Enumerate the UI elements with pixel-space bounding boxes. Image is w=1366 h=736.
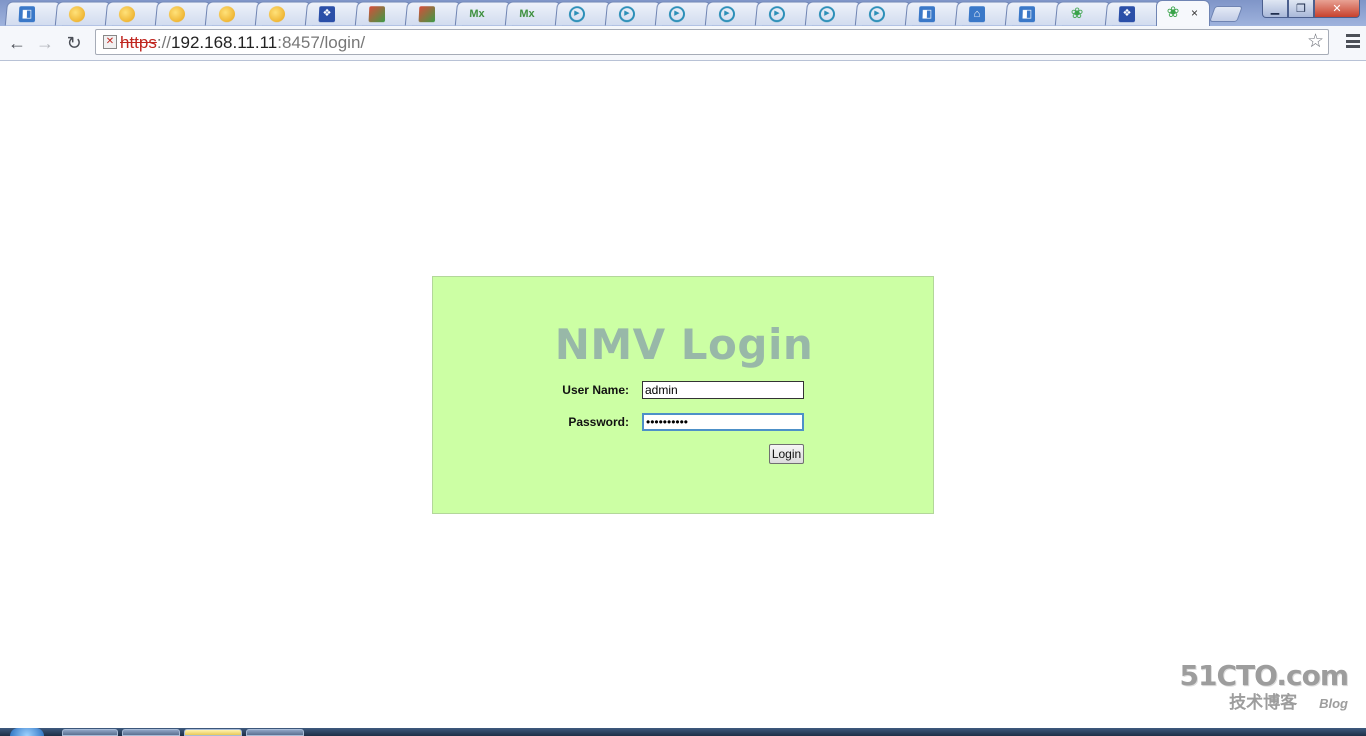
forward-button[interactable]: → bbox=[34, 32, 56, 54]
tab-close-icon[interactable]: × bbox=[1191, 5, 1198, 21]
url-scheme: https bbox=[120, 33, 157, 52]
blue-app-icon: ◧ bbox=[1018, 6, 1036, 23]
insecure-page-icon[interactable]: ✕ bbox=[103, 35, 117, 49]
browser-toolbar: ← → ↻ ✕ https://192.168.11.11:8457/login… bbox=[0, 26, 1366, 61]
yellow-globe-icon bbox=[68, 6, 86, 23]
watermark: 51CTO.com 技术博客 Blog bbox=[1179, 659, 1349, 715]
blue-app-icon: ◧ bbox=[918, 6, 936, 23]
yellow-globe-icon bbox=[268, 6, 286, 23]
play-circle-icon: ▶ bbox=[568, 6, 586, 23]
close-window-button[interactable]: ✕ bbox=[1314, 0, 1360, 18]
login-title: NMV Login bbox=[554, 320, 814, 369]
yellow-globe-icon bbox=[168, 6, 186, 23]
blue-app-icon: ◧ bbox=[18, 6, 36, 23]
new-tab-button[interactable] bbox=[1209, 6, 1243, 22]
watermark-logo: 51CTO.com bbox=[1179, 659, 1349, 692]
password-label: Password: bbox=[568, 415, 629, 429]
mx-icon: Mx bbox=[468, 8, 485, 21]
menu-icon[interactable] bbox=[1346, 34, 1360, 48]
url-host: 192.168.11.11 bbox=[171, 33, 278, 52]
home-icon: ⌂ bbox=[968, 6, 986, 23]
taskbar-item[interactable] bbox=[122, 729, 180, 736]
window-controls: ▁ ❐ ✕ bbox=[1262, 0, 1360, 20]
paw-icon: ❖ bbox=[1118, 6, 1136, 23]
taskbar bbox=[0, 728, 1366, 736]
active-tab[interactable]: ❀ × bbox=[1156, 0, 1210, 26]
yellow-globe-icon bbox=[218, 6, 236, 23]
url-separator: :// bbox=[156, 33, 172, 52]
play-circle-icon: ▶ bbox=[718, 6, 736, 23]
play-circle-icon: ▶ bbox=[618, 6, 636, 23]
yellow-globe-icon bbox=[118, 6, 136, 23]
watermark-subtitle: 技术博客 Blog bbox=[1180, 692, 1348, 715]
taskbar-item[interactable] bbox=[62, 729, 118, 736]
url-path: :8457/login/ bbox=[277, 33, 366, 52]
play-circle-icon: ▶ bbox=[818, 6, 836, 23]
play-circle-icon: ▶ bbox=[668, 6, 686, 23]
taskbar-item[interactable] bbox=[184, 729, 242, 736]
start-button[interactable] bbox=[10, 728, 44, 736]
play-circle-icon: ▶ bbox=[868, 6, 886, 23]
login-panel: NMV Login User Name: Password: Login bbox=[432, 276, 934, 514]
bookmark-star-icon[interactable]: ☆ bbox=[1307, 32, 1324, 52]
mx-icon: Mx bbox=[518, 8, 535, 21]
username-label: User Name: bbox=[562, 383, 629, 397]
minimize-button[interactable]: ▁ bbox=[1262, 0, 1288, 18]
play-circle-icon: ▶ bbox=[768, 6, 786, 23]
address-bar[interactable]: ✕ https://192.168.11.11:8457/login/ ☆ bbox=[95, 29, 1329, 55]
watermark-sub-text: 技术博客 bbox=[1229, 693, 1298, 712]
reload-button[interactable]: ↻ bbox=[63, 32, 85, 54]
watermark-blog-text: Blog bbox=[1319, 696, 1348, 711]
green-swirl-icon: ❀ bbox=[1070, 5, 1084, 23]
back-button[interactable]: ← bbox=[6, 32, 28, 54]
maximize-button[interactable]: ❐ bbox=[1288, 0, 1314, 18]
taskbar-item[interactable] bbox=[246, 729, 304, 736]
paw-icon: ❖ bbox=[318, 6, 336, 23]
password-input[interactable] bbox=[642, 413, 804, 431]
username-input[interactable] bbox=[642, 381, 804, 399]
book-icon bbox=[418, 6, 436, 23]
login-button[interactable]: Login bbox=[769, 444, 804, 464]
book-icon bbox=[368, 6, 386, 23]
green-swirl-icon: ❀ bbox=[1166, 4, 1180, 21]
browser-tab[interactable]: ❖ bbox=[1104, 1, 1164, 26]
url-text[interactable]: https://192.168.11.11:8457/login/ bbox=[120, 33, 365, 53]
